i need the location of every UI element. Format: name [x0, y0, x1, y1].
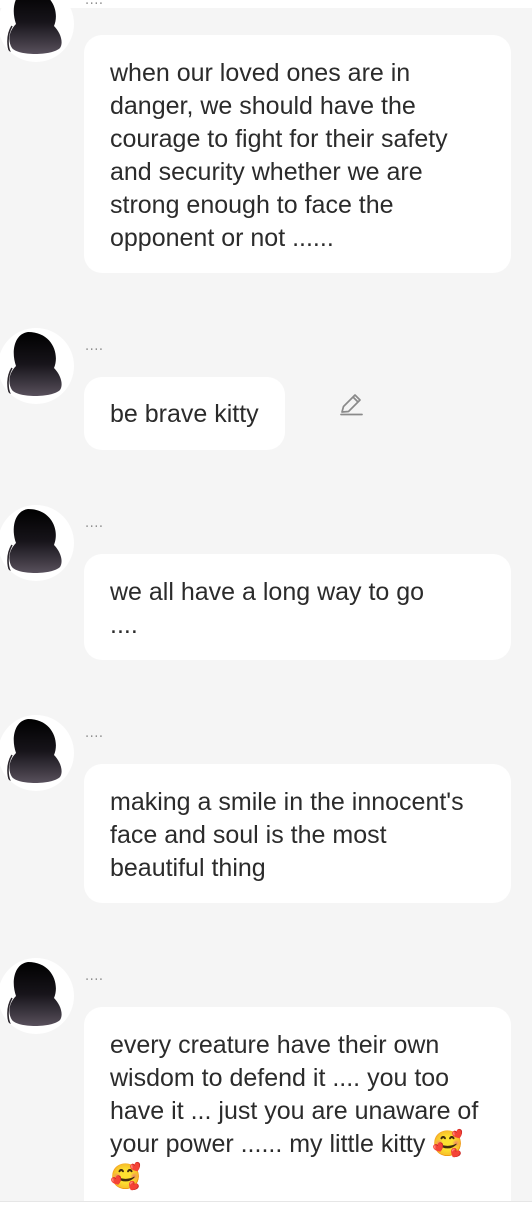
sender-name: .... — [85, 516, 104, 531]
sender-name: .... — [85, 969, 104, 984]
avatar[interactable] — [0, 505, 74, 581]
bottom-edge — [0, 1202, 532, 1212]
message-bubble[interactable]: when our loved ones are in danger, we sh… — [84, 35, 511, 273]
message-bubble[interactable]: be brave kitty — [84, 377, 285, 450]
message-bubble[interactable]: we all have a long way to go .... — [84, 554, 511, 660]
edit-button[interactable] — [334, 387, 368, 421]
message-bubble[interactable]: making a smile in the innocent's face an… — [84, 764, 511, 903]
avatar[interactable] — [0, 328, 74, 404]
sender-name: .... — [85, 0, 104, 8]
avatar[interactable] — [0, 958, 74, 1034]
edit-pencil-icon — [337, 390, 365, 418]
sender-name: .... — [85, 339, 104, 354]
avatar[interactable] — [0, 715, 74, 791]
sender-name: .... — [85, 726, 104, 741]
avatar[interactable] — [0, 0, 74, 62]
message-bubble[interactable]: every creature have their own wisdom to … — [84, 1007, 511, 1201]
top-edge — [0, 0, 532, 8]
